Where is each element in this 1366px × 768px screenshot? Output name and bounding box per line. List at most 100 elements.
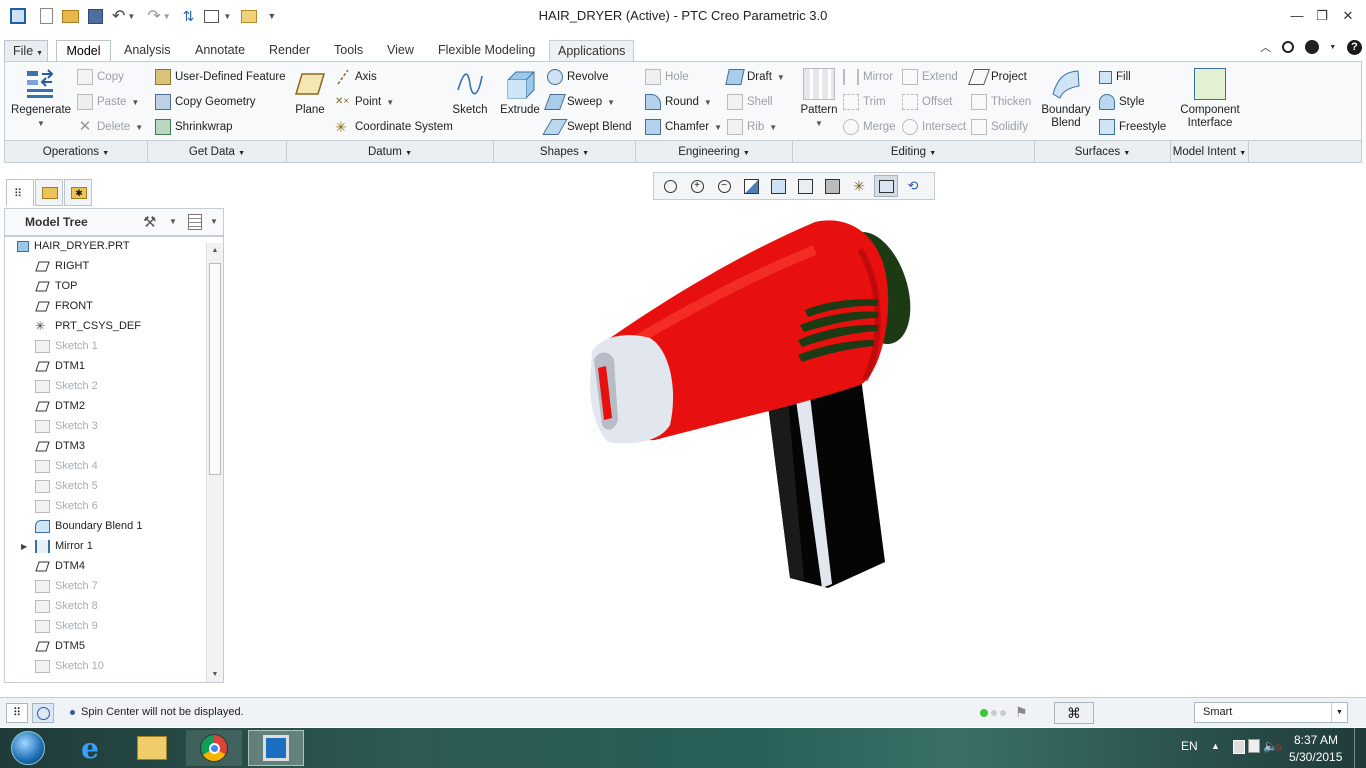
refit-button[interactable] <box>658 175 682 197</box>
tab-analysis[interactable]: Analysis <box>116 40 179 62</box>
tab-model-tree[interactable]: ⠿ <box>6 179 34 206</box>
group-editing[interactable]: Editing ▼ <box>793 141 1035 163</box>
style-button[interactable]: Style <box>1099 93 1145 111</box>
tree-node[interactable]: Sketch 4 <box>35 456 223 476</box>
tab-favorites[interactable]: ✱ <box>64 179 92 206</box>
extend-button[interactable]: Extend <box>902 68 958 86</box>
taskbar-ie[interactable]: e <box>62 730 118 766</box>
tree-node[interactable]: Sketch 6 <box>35 496 223 516</box>
scroll-thumb[interactable] <box>209 263 221 475</box>
merge-button[interactable]: Merge <box>843 118 896 136</box>
solidify-button[interactable]: Solidify <box>971 118 1028 136</box>
view-manager-button[interactable] <box>793 175 817 197</box>
pattern-button[interactable]: Pattern ▼ <box>798 68 840 130</box>
tree-scrollbar[interactable]: ▲ ▼ <box>206 243 223 682</box>
coordinate-system-button[interactable]: ✳ Coordinate System <box>335 118 453 136</box>
extrude-button[interactable]: Extrude <box>499 68 541 117</box>
axis-button[interactable]: Axis <box>335 68 377 86</box>
fill-button[interactable]: Fill <box>1099 68 1131 86</box>
shell-button[interactable]: Shell <box>727 93 773 111</box>
language-indicator[interactable]: EN <box>1181 739 1198 753</box>
datum-display-button[interactable]: ✳ <box>847 175 871 197</box>
start-button[interactable] <box>0 730 56 766</box>
tree-node[interactable]: Sketch 3 <box>35 416 223 436</box>
scroll-up-arrow[interactable]: ▲ <box>207 243 223 259</box>
tree-node[interactable]: Sketch 8 <box>35 596 223 616</box>
tab-annotate[interactable]: Annotate <box>187 40 253 62</box>
display-style-button[interactable] <box>820 175 844 197</box>
tree-node[interactable]: DTM2 <box>35 396 223 416</box>
intersect-button[interactable]: Intersect <box>902 118 966 136</box>
clock-date[interactable]: 5/30/2015 <box>1289 750 1342 764</box>
copy-button[interactable]: Copy <box>77 68 124 86</box>
hole-button[interactable]: Hole <box>645 68 689 86</box>
boundary-blend-button[interactable]: Boundary Blend <box>1041 68 1091 130</box>
rib-button[interactable]: Rib ▼ <box>727 118 777 136</box>
tree-node[interactable]: FRONT <box>35 296 223 316</box>
annotation-display-button[interactable]: ⟲ <box>901 175 925 197</box>
regenerate-button[interactable]: Regenerate ▼ <box>10 68 72 130</box>
zoom-in-button[interactable]: + <box>685 175 709 197</box>
plane-button[interactable]: Plane <box>292 68 328 117</box>
mirror-button[interactable]: Mirror <box>843 68 893 86</box>
flag-icon[interactable]: ⚑ <box>1015 704 1028 721</box>
minimize-button[interactable]: — <box>1287 7 1307 25</box>
restore-button[interactable]: ❐ <box>1312 7 1332 25</box>
navigator-toggle-button[interactable]: ⠿ <box>6 703 28 723</box>
draft-button[interactable]: Draft ▼ <box>725 68 785 86</box>
swept-blend-button[interactable]: Swept Blend <box>542 118 632 136</box>
tree-node[interactable]: HAIR_DRYER.PRT <box>17 237 217 256</box>
tree-node[interactable]: DTM5 <box>35 636 223 656</box>
point-button[interactable]: ✕× Point ▼ <box>335 93 394 111</box>
chamfer-button[interactable]: Chamfer ▼ <box>645 118 722 136</box>
scroll-down-arrow[interactable]: ▼ <box>207 667 223 682</box>
tab-flexible-modeling[interactable]: Flexible Modeling <box>430 40 543 62</box>
browser-toggle-button[interactable] <box>32 703 54 723</box>
tree-node[interactable]: DTM1 <box>35 356 223 376</box>
saved-orientations-button[interactable] <box>766 175 790 197</box>
taskbar-explorer[interactable] <box>124 730 180 766</box>
tree-node[interactable]: DTM3 <box>35 436 223 456</box>
volume-muted-icon[interactable]: 🔈⦸ <box>1263 739 1281 753</box>
taskbar-chrome[interactable] <box>186 730 242 766</box>
show-hidden-icons[interactable]: ▲ <box>1211 741 1220 751</box>
sweep-button[interactable]: Sweep ▼ <box>544 93 615 111</box>
tree-node[interactable]: Sketch 9 <box>35 616 223 636</box>
group-model-intent[interactable]: Model Intent ▼ <box>1171 141 1249 163</box>
repaint-button[interactable] <box>739 175 763 197</box>
spin-center-button[interactable] <box>874 175 898 197</box>
thicken-button[interactable]: Thicken <box>971 93 1031 111</box>
user-defined-feature-button[interactable]: User-Defined Feature <box>155 68 286 86</box>
tree-node[interactable]: Sketch 5 <box>35 476 223 496</box>
paste-button[interactable]: Paste ▼ <box>77 93 139 111</box>
tree-settings-icon[interactable]: ⚒ <box>143 213 156 231</box>
tree-node[interactable]: Sketch 10 <box>35 656 223 676</box>
component-interface-button[interactable]: Component Interface <box>1175 68 1245 130</box>
group-datum[interactable]: Datum ▼ <box>287 141 494 163</box>
close-button[interactable]: ✕ <box>1338 7 1358 25</box>
tree-node[interactable]: DTM4 <box>35 556 223 576</box>
hair-dryer-model[interactable] <box>560 210 940 600</box>
tab-file[interactable]: File ▼ <box>4 40 48 62</box>
tree-node[interactable]: Boundary Blend 1 <box>35 516 223 536</box>
tree-columns-icon[interactable] <box>188 214 202 230</box>
sketch-button[interactable]: Sketch <box>451 68 489 117</box>
tree-settings-dropdown-icon[interactable]: ▼ <box>169 217 177 226</box>
find-button[interactable]: ⌘ <box>1054 702 1094 724</box>
tab-tools[interactable]: Tools <box>326 40 371 62</box>
tab-folder-browser[interactable] <box>35 179 63 206</box>
tree-node[interactable]: ✳ PRT_CSYS_DEF <box>35 316 223 336</box>
revolve-button[interactable]: Revolve <box>547 68 609 86</box>
copy-geometry-button[interactable]: Copy Geometry <box>155 93 256 111</box>
network-icon[interactable] <box>1248 739 1260 753</box>
trim-button[interactable]: Trim <box>843 93 886 111</box>
group-shapes[interactable]: Shapes ▼ <box>494 141 636 163</box>
taskbar-creo[interactable] <box>248 730 304 766</box>
tree-node[interactable]: TOP <box>35 276 223 296</box>
project-button[interactable]: Project <box>968 68 1027 86</box>
tree-node[interactable]: Sketch 1 <box>35 336 223 356</box>
clock-time[interactable]: 8:37 AM <box>1294 733 1338 747</box>
group-operations[interactable]: Operations ▼ <box>5 141 148 163</box>
freestyle-button[interactable]: Freestyle <box>1099 118 1166 136</box>
selection-filter[interactable]: Smart ▼ <box>1194 702 1348 723</box>
